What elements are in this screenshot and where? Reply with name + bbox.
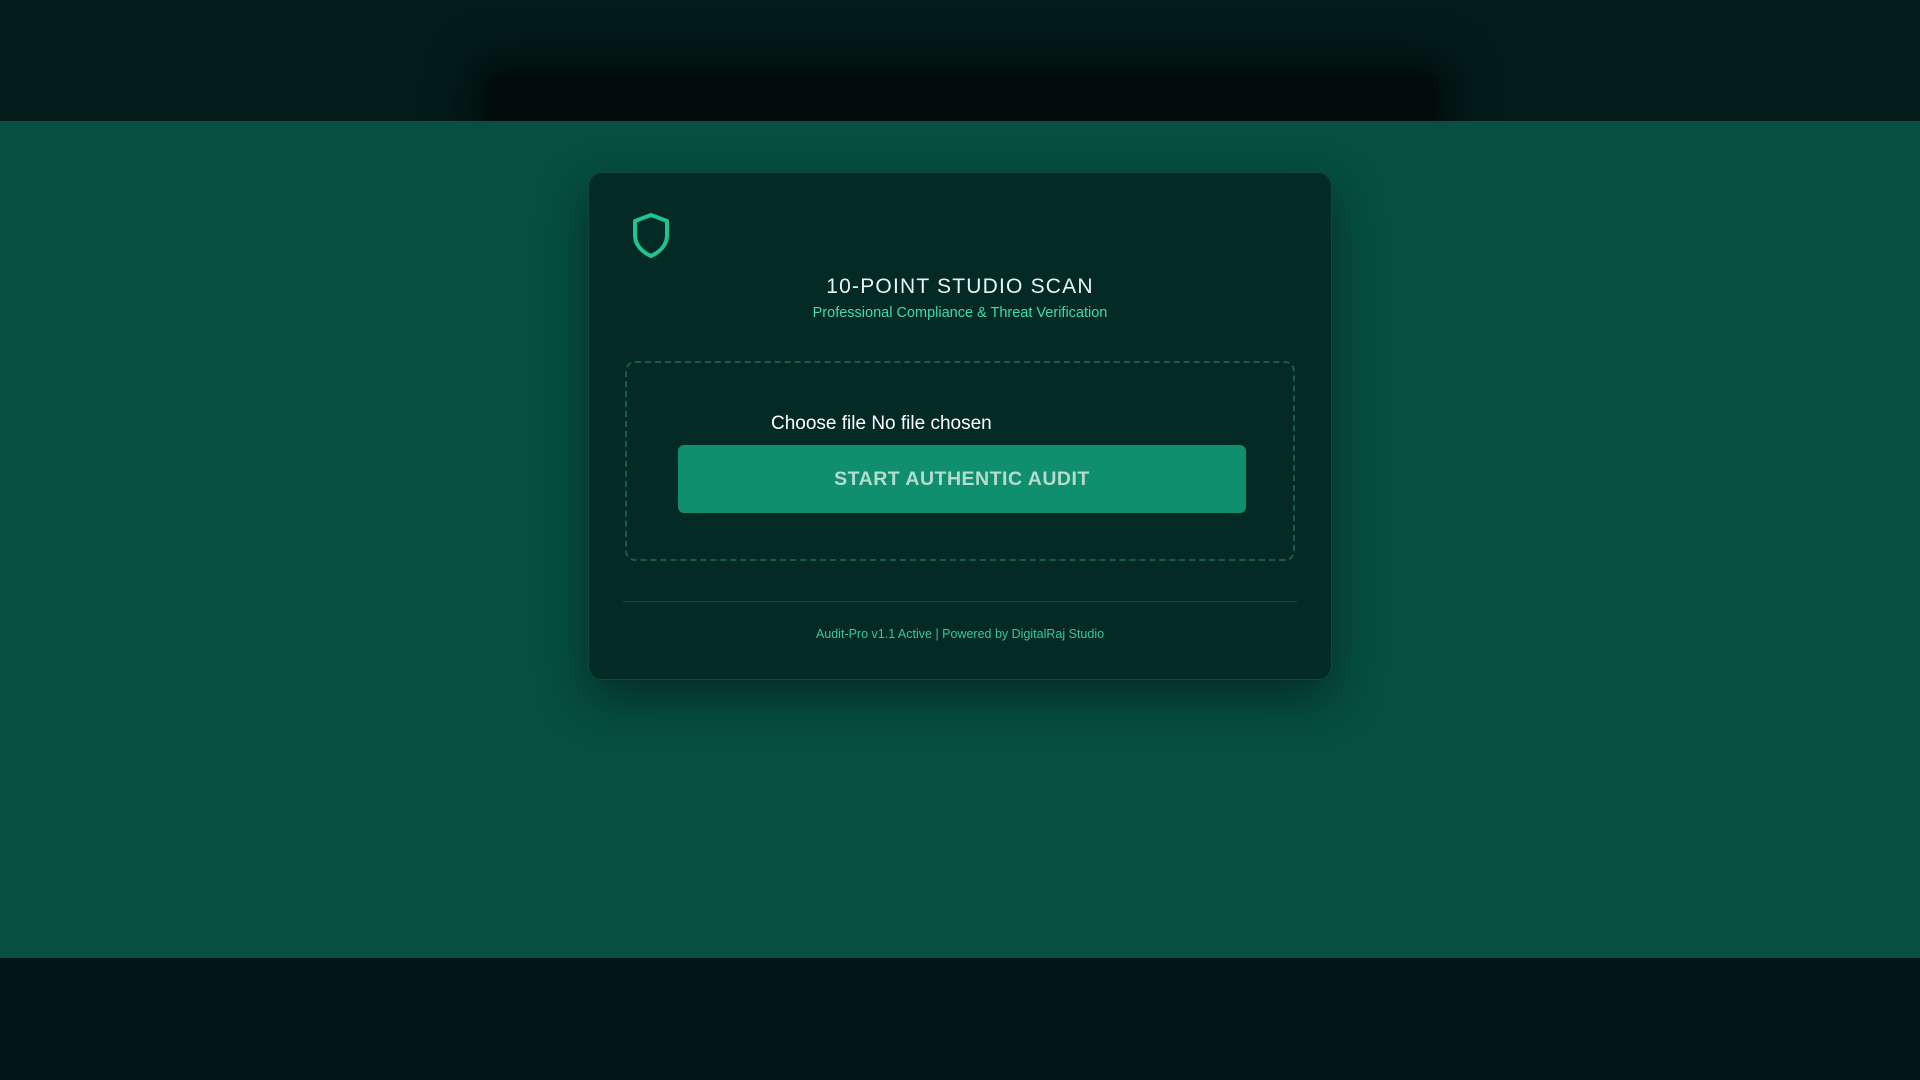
top-shadow-panel: [488, 74, 1436, 121]
bottom-bar: [0, 958, 1920, 1080]
file-input[interactable]: Choose file No file chosen: [771, 413, 992, 435]
footer-status: Audit-Pro v1.1 Active | Powered by Digit…: [815, 627, 1105, 641]
page-subtitle: Professional Compliance & Threat Verific…: [812, 305, 1108, 321]
page-title: 10-POINT STUDIO SCAN: [826, 275, 1094, 298]
shield-icon: [629, 211, 673, 259]
scan-card: 10-POINT STUDIO SCAN Professional Compli…: [588, 172, 1332, 680]
start-audit-button[interactable]: START AUTHENTIC AUDIT: [678, 445, 1246, 513]
upload-dropzone[interactable]: Choose file No file chosen START AUTHENT…: [625, 361, 1295, 561]
divider: [623, 601, 1297, 602]
top-bar: [0, 0, 1920, 121]
